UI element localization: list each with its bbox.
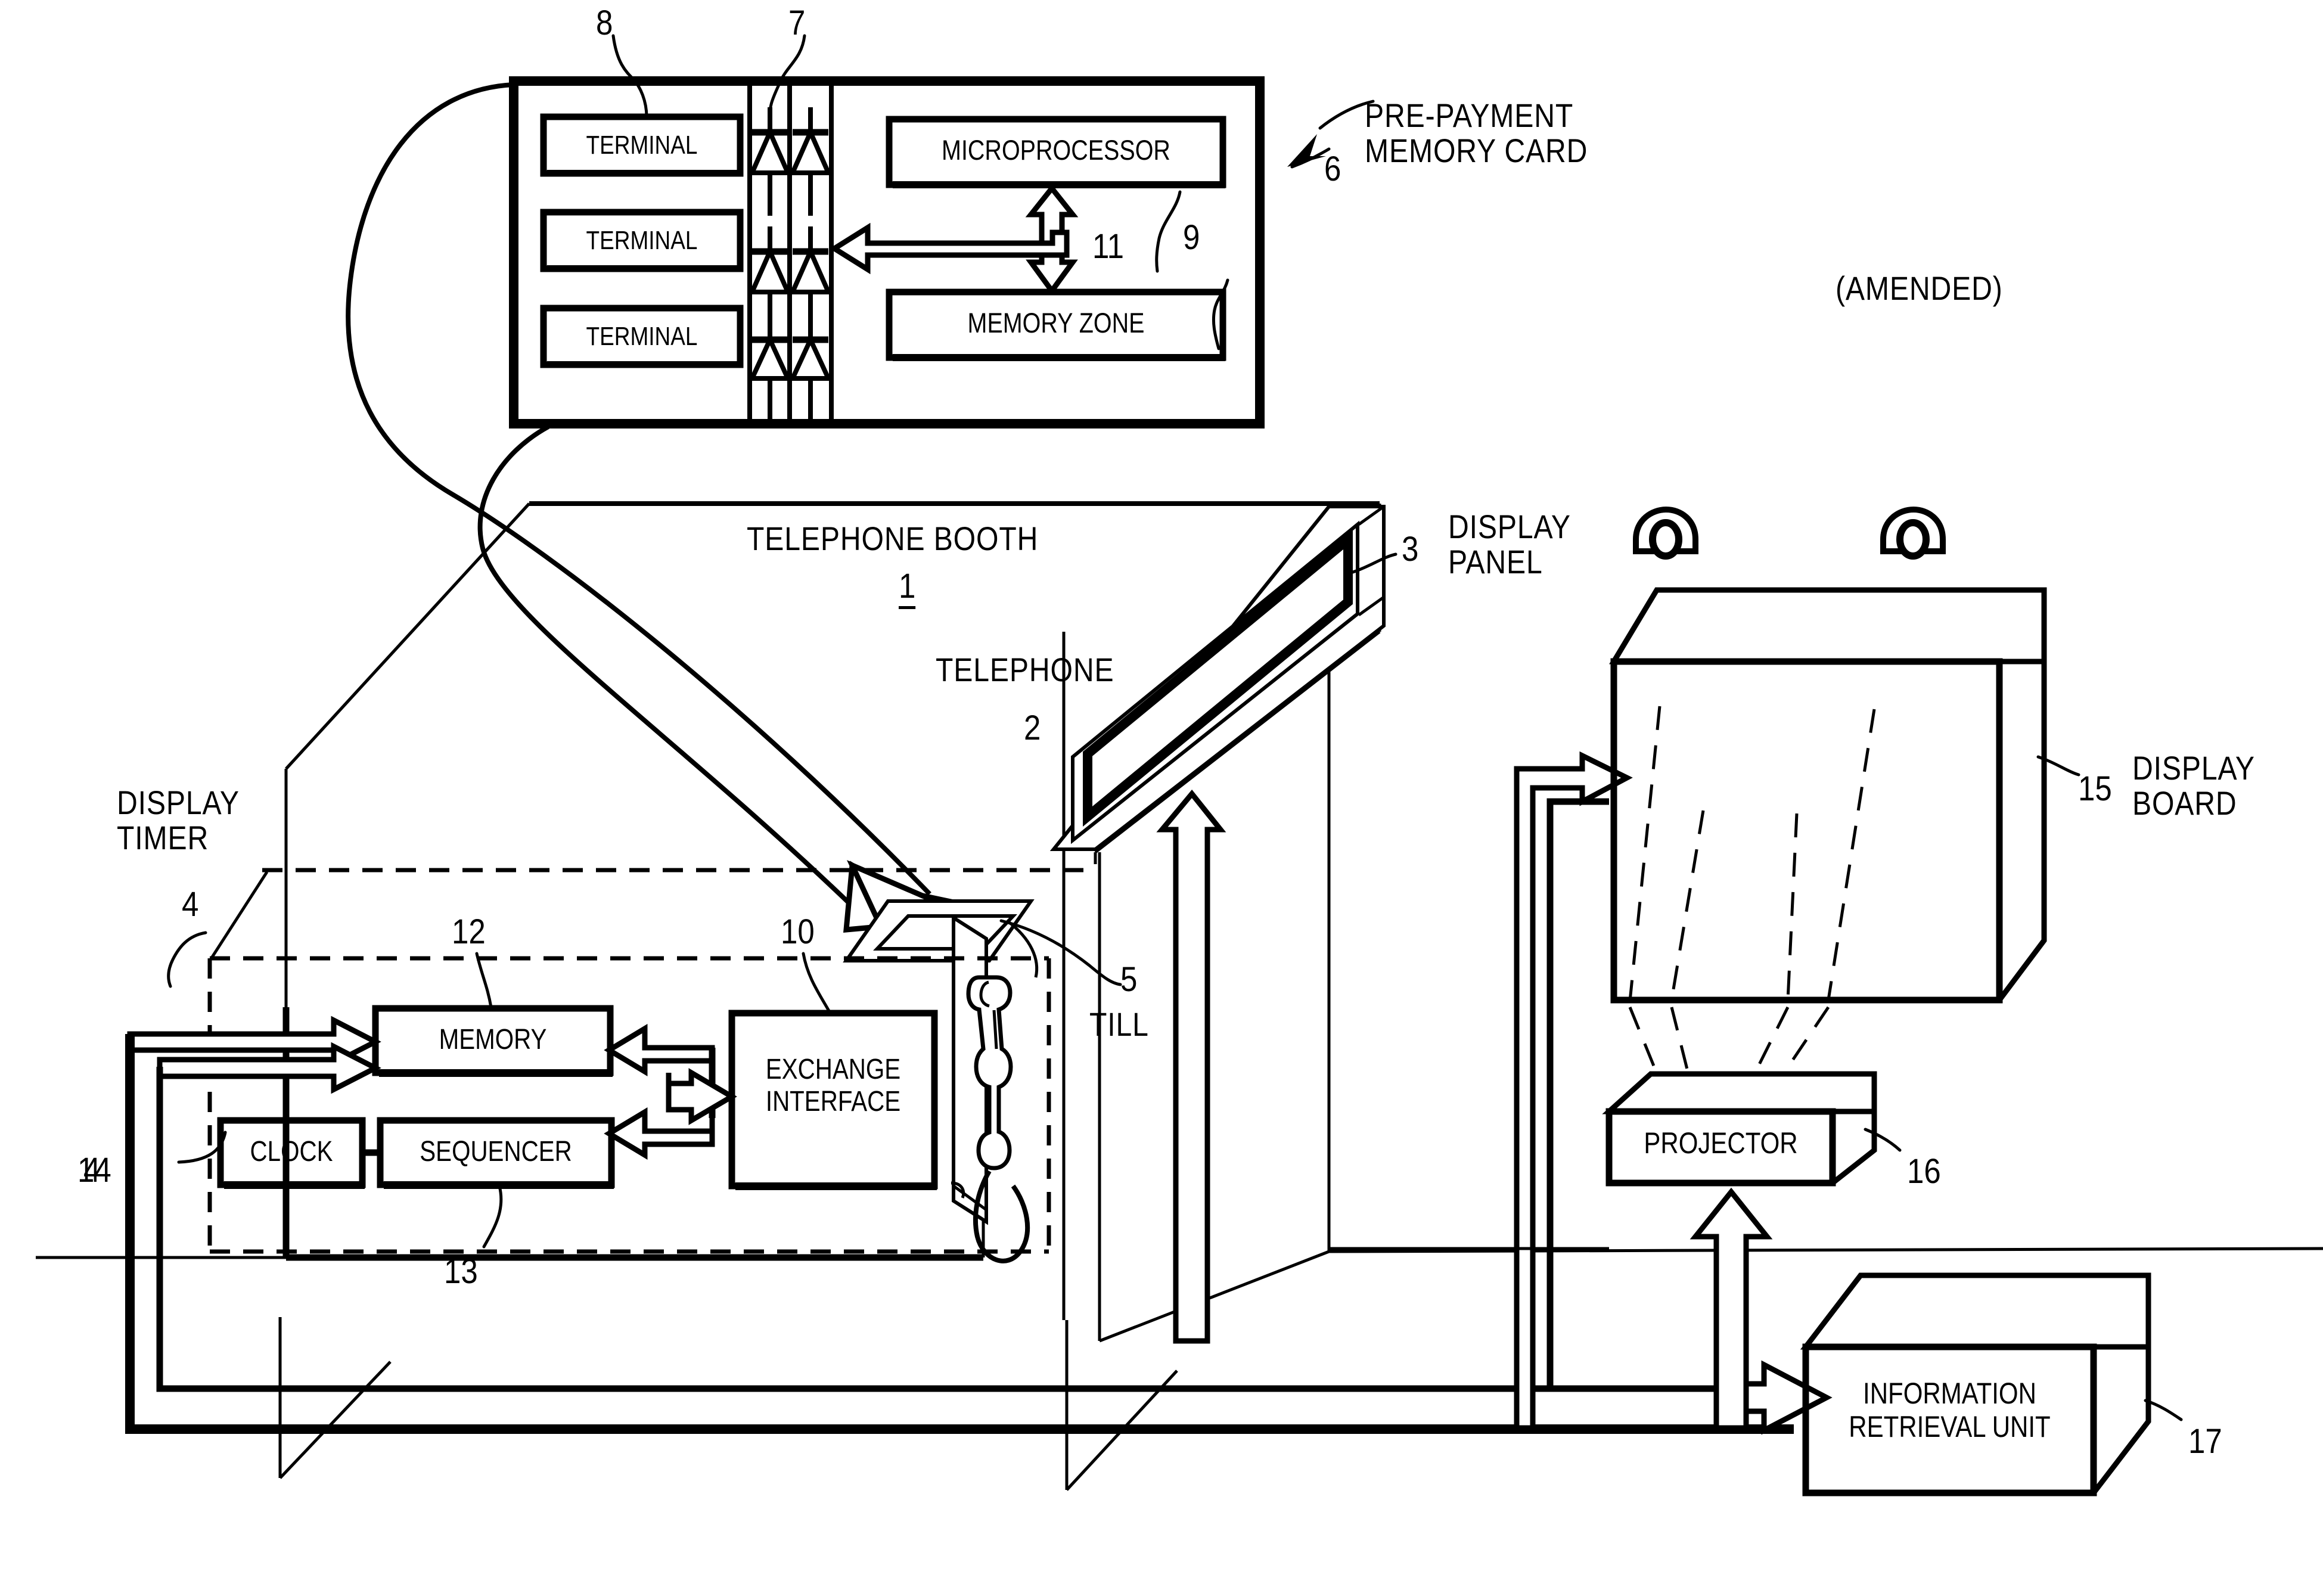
ref-2: 2 bbox=[1024, 709, 1041, 747]
figure-линework: .s { fill:none; stroke:#000; stroke-widt… bbox=[36, 34, 2323, 1496]
ref-1: 1 bbox=[899, 569, 916, 609]
patent-figure-canvas: .s { fill:none; stroke:#000; stroke-widt… bbox=[0, 0, 2323, 1596]
ref-11: 11 bbox=[1092, 227, 1124, 266]
ref-9: 9 bbox=[1183, 218, 1200, 257]
ref-3: 3 bbox=[1402, 530, 1419, 569]
display-board-label: DISPLAY BOARD bbox=[2132, 749, 2255, 822]
sequencer-block-label: SEQUENCER bbox=[420, 1136, 572, 1167]
display-board bbox=[1609, 506, 2080, 1104]
microprocessor-label: MICROPROCESSOR bbox=[942, 134, 1170, 166]
pre-payment-memory-card-label: PRE-PAYMENT MEMORY CARD bbox=[1365, 97, 1588, 169]
ref-4: 4 bbox=[182, 885, 199, 924]
telephone-handset bbox=[951, 914, 1039, 1263]
ref-7: 7 bbox=[788, 4, 806, 42]
display-panel-label: DISPLAY PANEL bbox=[1448, 508, 1571, 580]
ref-10: 10 bbox=[781, 912, 815, 951]
ref-16: 16 bbox=[1907, 1152, 1941, 1191]
projector-label: PROJECTOR bbox=[1644, 1126, 1798, 1160]
timer-internal-arrows bbox=[127, 952, 831, 1249]
information-retrieval-unit-label: INFORMATION RETRIEVAL UNIT bbox=[1849, 1377, 2051, 1443]
ref-17: 17 bbox=[2188, 1422, 2222, 1461]
ref-5: 5 bbox=[1120, 960, 1138, 999]
amended-note: (AMENDED) bbox=[1836, 269, 2003, 307]
ref-6: 6 bbox=[1324, 150, 1341, 188]
terminal-label-2: TERMINAL bbox=[586, 226, 698, 255]
till-label: TILL bbox=[1089, 1005, 1149, 1043]
ref-12: 12 bbox=[452, 912, 486, 951]
telephone-booth-label: TELEPHONE BOOTH bbox=[747, 520, 1039, 557]
terminal-label-1: TERMINAL bbox=[586, 131, 698, 160]
ref-15: 15 bbox=[2078, 769, 2112, 808]
telephone-label: TELEPHONE bbox=[936, 651, 1114, 688]
memory-block-label: MEMORY bbox=[439, 1024, 547, 1055]
ref-8: 8 bbox=[596, 4, 613, 42]
exchange-interface-block-label: EXCHANGE INTERFACE bbox=[765, 1054, 901, 1117]
display-timer-label: DISPLAY TIMER bbox=[117, 784, 240, 856]
display-board-feed-arrow bbox=[1514, 751, 1633, 1431]
clock-block-label: CLOCK bbox=[250, 1136, 333, 1167]
ref-14: 14 bbox=[77, 1151, 111, 1190]
memory-zone-label: MEMORY ZONE bbox=[967, 307, 1145, 339]
ref-13: 13 bbox=[444, 1252, 478, 1291]
terminal-label-3: TERMINAL bbox=[586, 322, 698, 351]
